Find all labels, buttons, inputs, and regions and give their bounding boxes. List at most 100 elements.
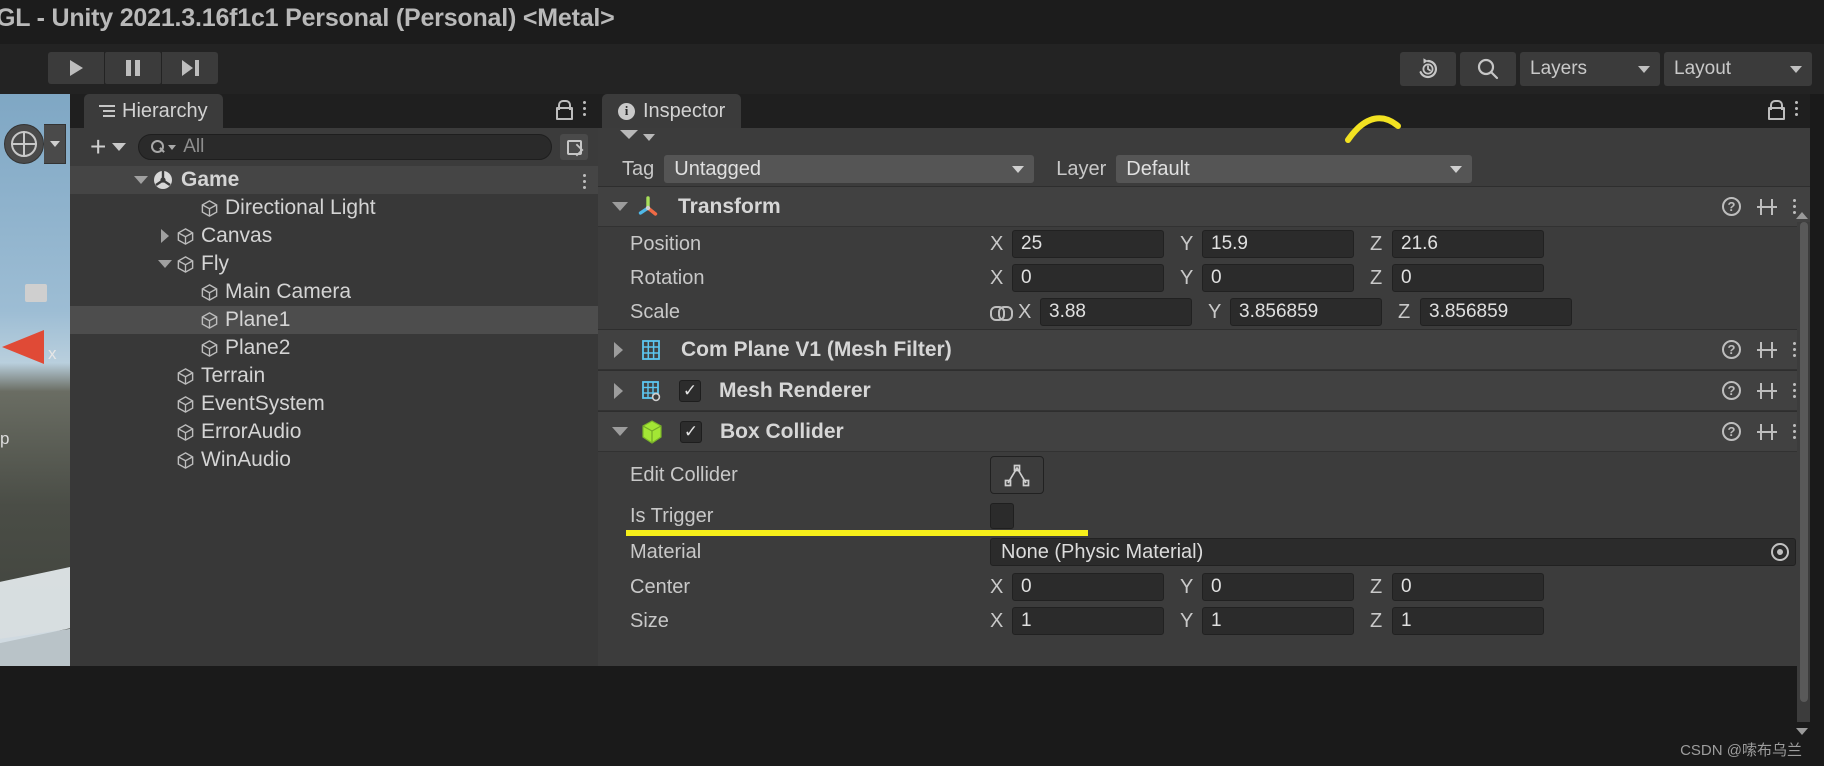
layers-dropdown[interactable]: Layers bbox=[1520, 52, 1660, 86]
rotation-vector3: X 0 Y 0 Z 0 bbox=[990, 264, 1810, 292]
center-z-field[interactable]: 0 bbox=[1392, 573, 1544, 601]
material-object-field[interactable]: None (Physic Material) bbox=[990, 538, 1796, 566]
hierarchy-item-winaudio[interactable]: WinAudio bbox=[70, 446, 598, 474]
preset-icon[interactable] bbox=[1757, 198, 1777, 216]
hierarchy-search-field[interactable] bbox=[138, 134, 552, 160]
hierarchy-tab-actions bbox=[556, 100, 586, 120]
hierarchy-item-game[interactable]: Game bbox=[70, 166, 598, 194]
chevron-right-icon[interactable] bbox=[154, 229, 176, 243]
help-icon[interactable]: ? bbox=[1722, 381, 1741, 400]
main-toolbar: Layers Layout bbox=[0, 44, 1824, 94]
component-header-box-collider[interactable]: ✓ Box Collider ? bbox=[598, 411, 1810, 452]
hierarchy-item-canvas[interactable]: Canvas bbox=[70, 222, 598, 250]
preset-icon[interactable] bbox=[1757, 423, 1777, 441]
is-trigger-checkbox[interactable] bbox=[990, 503, 1014, 529]
more-options-icon[interactable] bbox=[583, 100, 586, 116]
rotation-x-field[interactable]: 0 bbox=[1012, 264, 1164, 292]
scale-y-field[interactable]: 3.856859 bbox=[1230, 298, 1382, 326]
size-x-field[interactable]: 1 bbox=[1012, 607, 1164, 635]
gameobject-cube-icon bbox=[176, 367, 195, 386]
more-options-icon[interactable] bbox=[1793, 383, 1796, 398]
chevron-down-icon bbox=[643, 134, 655, 141]
hierarchy-toolbar: + bbox=[70, 128, 598, 166]
scroll-down-arrow[interactable] bbox=[1796, 728, 1808, 735]
box-collider-enabled-checkbox[interactable]: ✓ bbox=[680, 420, 702, 443]
static-dropdown-group[interactable] bbox=[620, 130, 655, 141]
component-header-mesh-filter[interactable]: Com Plane V1 (Mesh Filter) ? bbox=[598, 329, 1810, 370]
chevron-right-icon[interactable] bbox=[614, 341, 623, 358]
preset-icon[interactable] bbox=[1757, 341, 1777, 359]
scene-view[interactable]: x p bbox=[0, 94, 70, 666]
preset-icon[interactable] bbox=[1757, 382, 1777, 400]
undo-history-button[interactable] bbox=[1400, 52, 1456, 86]
scrollbar-thumb[interactable] bbox=[1800, 222, 1808, 702]
layout-dropdown[interactable]: Layout bbox=[1664, 52, 1812, 86]
open-in-new-window-button[interactable] bbox=[560, 134, 588, 160]
scene-gizmo-dropdown[interactable] bbox=[44, 124, 66, 164]
gameobject-cube-icon bbox=[176, 227, 195, 246]
chevron-down-icon[interactable] bbox=[154, 260, 176, 268]
hierarchy-item-eventsystem[interactable]: EventSystem bbox=[70, 390, 598, 418]
play-button[interactable] bbox=[48, 52, 104, 84]
chevron-down-icon[interactable] bbox=[612, 427, 628, 436]
lock-icon[interactable] bbox=[556, 100, 573, 120]
size-y-field[interactable]: 1 bbox=[1202, 607, 1354, 635]
more-options-icon[interactable] bbox=[1793, 424, 1796, 439]
center-x-field[interactable]: 0 bbox=[1012, 573, 1164, 601]
search-input[interactable] bbox=[183, 136, 539, 158]
more-options-icon[interactable] bbox=[583, 174, 586, 189]
window-title: GL - Unity 2021.3.16f1c1 Personal (Perso… bbox=[0, 4, 615, 32]
chevron-down-icon[interactable] bbox=[130, 176, 152, 184]
hierarchy-item-main-camera[interactable]: Main Camera bbox=[70, 278, 598, 306]
chevron-down-icon bbox=[1638, 66, 1650, 73]
axis-y-label: Y bbox=[1180, 609, 1194, 632]
pause-button[interactable] bbox=[105, 52, 161, 84]
hierarchy-item-erroraudio[interactable]: ErrorAudio bbox=[70, 418, 598, 446]
size-z-field[interactable]: 1 bbox=[1392, 607, 1544, 635]
position-x-field[interactable]: 25 bbox=[1012, 230, 1164, 258]
hierarchy-item-plane2[interactable]: Plane2 bbox=[70, 334, 598, 362]
step-icon bbox=[181, 60, 199, 76]
chevron-down-icon bbox=[1012, 166, 1025, 173]
help-icon[interactable]: ? bbox=[1722, 422, 1741, 441]
position-y-field[interactable]: 15.9 bbox=[1202, 230, 1354, 258]
component-header-mesh-renderer[interactable]: ✓ Mesh Renderer ? bbox=[598, 370, 1810, 411]
search-button[interactable] bbox=[1460, 52, 1516, 86]
hierarchy-item-plane1[interactable]: Plane1 bbox=[70, 306, 598, 334]
more-options-icon[interactable] bbox=[1795, 100, 1798, 116]
constrain-proportions-icon[interactable] bbox=[990, 305, 1013, 321]
hierarchy-item-directional-light[interactable]: Directional Light bbox=[70, 194, 598, 222]
tab-inspector[interactable]: i Inspector bbox=[602, 94, 742, 128]
scene-view-gizmo[interactable] bbox=[4, 124, 44, 164]
tag-value: Untagged bbox=[674, 157, 761, 180]
hierarchy-item-terrain[interactable]: Terrain bbox=[70, 362, 598, 390]
chevron-right-icon[interactable] bbox=[614, 382, 623, 399]
chevron-down-icon[interactable] bbox=[612, 202, 628, 211]
scale-x-field[interactable]: 3.88 bbox=[1040, 298, 1192, 326]
scale-z-field[interactable]: 3.856859 bbox=[1420, 298, 1572, 326]
size-vector3: X 1 Y 1 Z 1 bbox=[990, 607, 1810, 635]
layer-dropdown[interactable]: Default bbox=[1116, 155, 1473, 183]
hierarchy-tree[interactable]: Game Directional Light Canvas Fly Main Camer… bbox=[70, 166, 598, 666]
center-y-field[interactable]: 0 bbox=[1202, 573, 1354, 601]
gameobject-cube-icon bbox=[200, 339, 219, 358]
rotation-y-field[interactable]: 0 bbox=[1202, 264, 1354, 292]
tab-hierarchy[interactable]: Hierarchy bbox=[84, 94, 223, 128]
inspector-scrollbar[interactable] bbox=[1797, 222, 1810, 722]
more-options-icon[interactable] bbox=[1793, 342, 1796, 357]
lock-icon[interactable] bbox=[1768, 100, 1785, 120]
mesh-renderer-enabled-checkbox[interactable]: ✓ bbox=[679, 379, 701, 402]
edit-collider-button[interactable] bbox=[990, 456, 1044, 494]
hierarchy-item-fly[interactable]: Fly bbox=[70, 250, 598, 278]
annotation-highlight-line bbox=[626, 530, 1088, 536]
help-icon[interactable]: ? bbox=[1722, 197, 1741, 216]
position-z-field[interactable]: 21.6 bbox=[1392, 230, 1544, 258]
add-gameobject-button[interactable]: + bbox=[80, 133, 127, 161]
scroll-up-arrow[interactable] bbox=[1796, 212, 1808, 219]
step-button[interactable] bbox=[162, 52, 218, 84]
help-icon[interactable]: ? bbox=[1722, 340, 1741, 359]
object-picker-icon[interactable] bbox=[1771, 543, 1789, 561]
component-header-transform[interactable]: Transform ? bbox=[598, 186, 1810, 227]
tag-dropdown[interactable]: Untagged bbox=[664, 155, 1035, 183]
rotation-z-field[interactable]: 0 bbox=[1392, 264, 1544, 292]
